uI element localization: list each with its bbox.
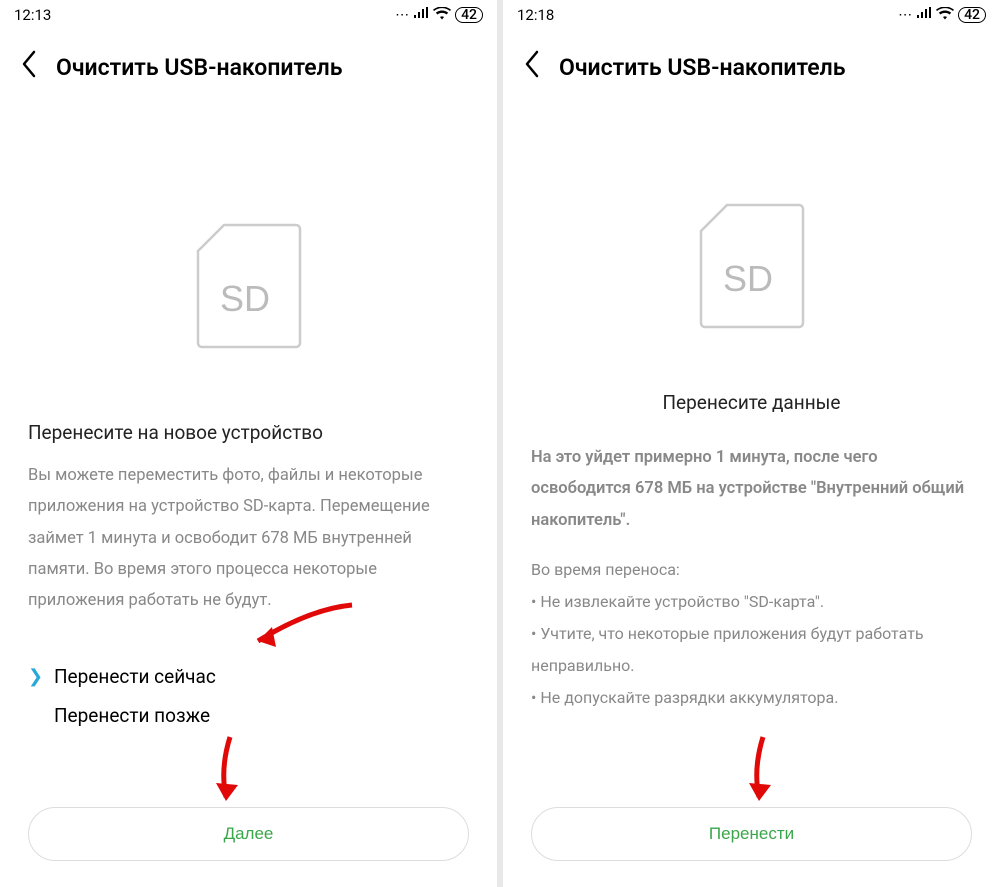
chevron-right-icon: ❯ — [28, 666, 44, 687]
body-summary: На это уйдет примерно 1 минута, после че… — [503, 442, 1000, 536]
transfer-button[interactable]: Перенести — [531, 807, 972, 861]
clock: 12:13 — [14, 6, 51, 24]
annotation-arrow-button — [180, 729, 270, 819]
app-header: Очистить USB-накопитель — [0, 30, 497, 91]
option-transfer-later[interactable]: Перенести позже — [28, 696, 469, 735]
transfer-options: ❯ Перенести сейчас Перенести позже — [0, 617, 497, 735]
page-title: Очистить USB-накопитель — [559, 54, 846, 81]
option-label: Перенести сейчас — [54, 665, 216, 688]
wifi-icon — [936, 7, 954, 24]
page-title: Очистить USB-накопитель — [56, 54, 343, 81]
option-transfer-now[interactable]: ❯ Перенести сейчас — [28, 657, 469, 696]
battery-badge: 42 — [455, 7, 483, 23]
status-bar: 12:13 ⋯ 42 — [0, 0, 497, 30]
note-item: • Не допускайте разрядки аккумулятора. — [531, 682, 972, 714]
next-button[interactable]: Далее — [28, 807, 469, 861]
back-icon[interactable] — [523, 50, 541, 85]
signal-icon — [916, 7, 932, 23]
phone-screen-right: 12:18 ⋯ 42 Очистить USB-накопитель SD Пе… — [503, 0, 1000, 887]
option-label: Перенести позже — [54, 704, 210, 727]
section-heading: Перенесите на новое устройство — [0, 421, 497, 460]
wifi-icon — [433, 7, 451, 24]
note-item: • Учтите, что некоторые приложения будут… — [531, 618, 972, 682]
signal-icon — [413, 7, 429, 23]
sd-card-icon: SD — [697, 201, 807, 331]
battery-badge: 42 — [958, 7, 986, 23]
notes-block: Во время переноса: • Не извлекайте устро… — [503, 536, 1000, 714]
status-icons: ⋯ 42 — [395, 7, 483, 24]
status-bar: 12:18 ⋯ 42 — [503, 0, 1000, 30]
annotation-arrow-button — [713, 729, 803, 819]
note-item: • Не извлекайте устройство "SD-карта". — [531, 586, 972, 618]
sd-card-illustration: SD — [0, 91, 497, 421]
phone-screen-left: 12:13 ⋯ 42 Очистить USB-накопитель SD Пе… — [0, 0, 497, 887]
svg-text:SD: SD — [220, 278, 270, 319]
more-icon: ⋯ — [395, 7, 409, 23]
body-description: Вы можете переместить фото, файлы и неко… — [0, 460, 497, 617]
clock: 12:18 — [517, 6, 554, 24]
more-icon: ⋯ — [898, 7, 912, 23]
back-icon[interactable] — [20, 50, 38, 85]
svg-text:SD: SD — [723, 258, 773, 299]
status-icons: ⋯ 42 — [898, 7, 986, 24]
app-header: Очистить USB-накопитель — [503, 30, 1000, 91]
sd-card-illustration: SD — [503, 91, 1000, 391]
sd-card-icon: SD — [194, 221, 304, 351]
section-heading: Перенесите данные — [503, 391, 1000, 442]
notes-heading: Во время переноса: — [531, 554, 972, 586]
